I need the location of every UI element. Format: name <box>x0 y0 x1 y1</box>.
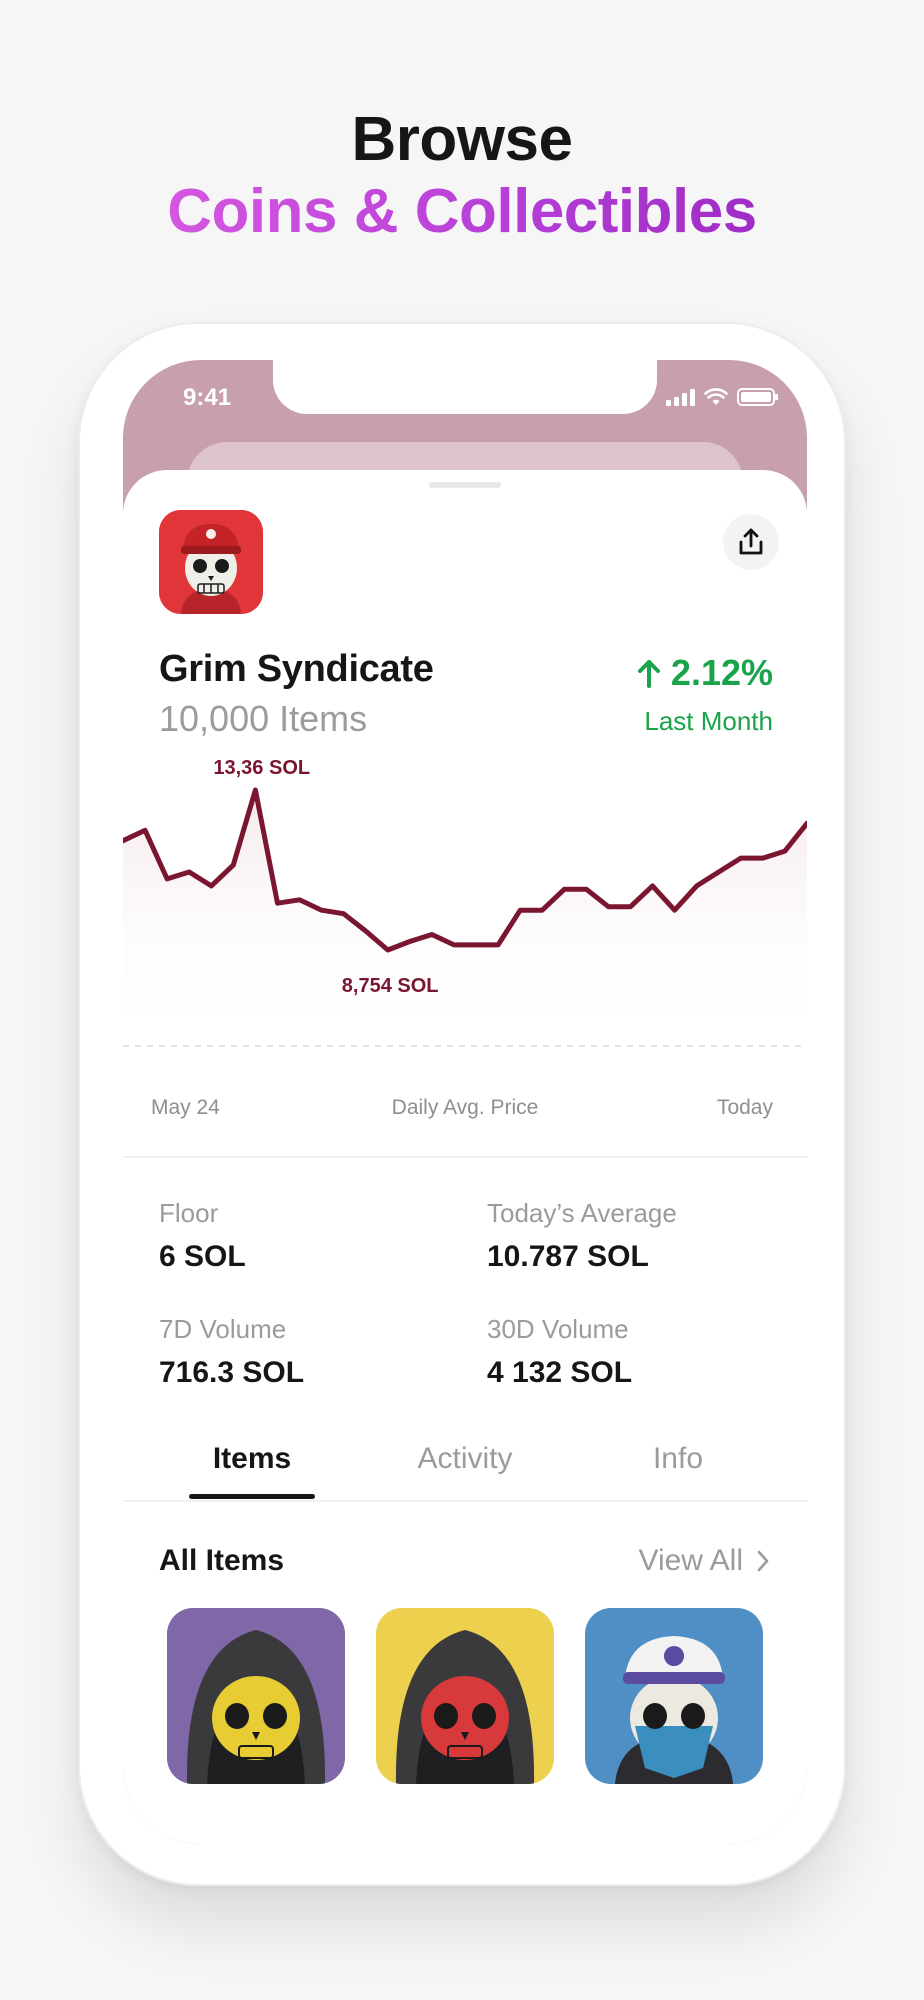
status-time: 9:41 <box>183 384 232 411</box>
chart-area <box>123 790 807 1046</box>
divider <box>123 1156 807 1158</box>
signal-icon <box>666 388 695 406</box>
wifi-icon <box>704 388 728 405</box>
stat-avg-value: 10.787 SOL <box>487 1240 649 1273</box>
x-end-label: Today <box>716 1096 773 1119</box>
share-icon <box>739 528 763 555</box>
price-chart[interactable]: 13,36 SOL 8,754 SOL <box>123 750 807 1050</box>
battery-icon <box>737 388 778 406</box>
stat-floor-label: Floor <box>159 1198 219 1228</box>
stat-vol7-value: 716.3 SOL <box>159 1356 305 1389</box>
phone-screen: 9:41 Grim Syndicate 10,000 Items 2.12% L… <box>123 360 807 1844</box>
skull-avatar-icon <box>159 510 263 614</box>
nft-skull-thumbnail <box>376 1608 554 1784</box>
price-change: 2.12% <box>637 652 773 694</box>
tabs-divider <box>123 1500 807 1502</box>
share-button[interactable] <box>723 514 779 570</box>
collection-items-count: 10,000 Items <box>159 698 368 739</box>
price-change-value: 2.12% <box>670 652 773 693</box>
stat-floor-value: 6 SOL <box>159 1240 246 1273</box>
view-all-label: View All <box>638 1544 743 1577</box>
nft-skull-thumbnail <box>167 1608 345 1784</box>
headline-line1: Browse <box>351 105 573 174</box>
nft-item-card[interactable] <box>167 1608 345 1784</box>
chart-title: Daily Avg. Price <box>391 1096 539 1119</box>
stat-avg-label: Today’s Average <box>487 1198 677 1228</box>
collection-sheet: Grim Syndicate 10,000 Items 2.12% Last M… <box>123 470 807 1844</box>
view-all-link[interactable]: View All <box>638 1544 769 1578</box>
notch <box>273 360 657 414</box>
tab-active-indicator <box>189 1494 315 1499</box>
tab-activity[interactable]: Activity <box>365 1442 565 1476</box>
all-items-title: All Items <box>159 1544 285 1577</box>
chart-low-label: 8,754 SOL <box>342 975 439 997</box>
nft-skull-thumbnail <box>585 1608 763 1784</box>
headline: Browse Coins & Collectibles <box>0 104 924 248</box>
stat-vol30-label: 30D Volume <box>487 1314 629 1344</box>
chart-x-axis: May 24 Daily Avg. Price Today <box>123 1096 807 1136</box>
stat-vol7-label: 7D Volume <box>159 1314 287 1344</box>
nft-item-card[interactable] <box>376 1608 554 1784</box>
chart-high-label: 13,36 SOL <box>213 757 310 779</box>
status-icons <box>666 388 778 406</box>
collection-avatar <box>159 510 263 614</box>
sheet-grabber[interactable] <box>429 482 501 488</box>
tab-items[interactable]: Items <box>152 1442 352 1476</box>
price-change-period: Last Month <box>644 706 773 736</box>
stat-vol30-value: 4 132 SOL <box>487 1356 633 1389</box>
arrow-up-icon <box>637 660 660 688</box>
chevron-right-icon <box>757 1550 769 1572</box>
collection-name: Grim Syndicate <box>159 648 434 690</box>
tab-info[interactable]: Info <box>578 1442 778 1476</box>
headline-line2: Coins & Collectibles <box>0 176 924 248</box>
nft-item-card[interactable] <box>585 1608 763 1784</box>
